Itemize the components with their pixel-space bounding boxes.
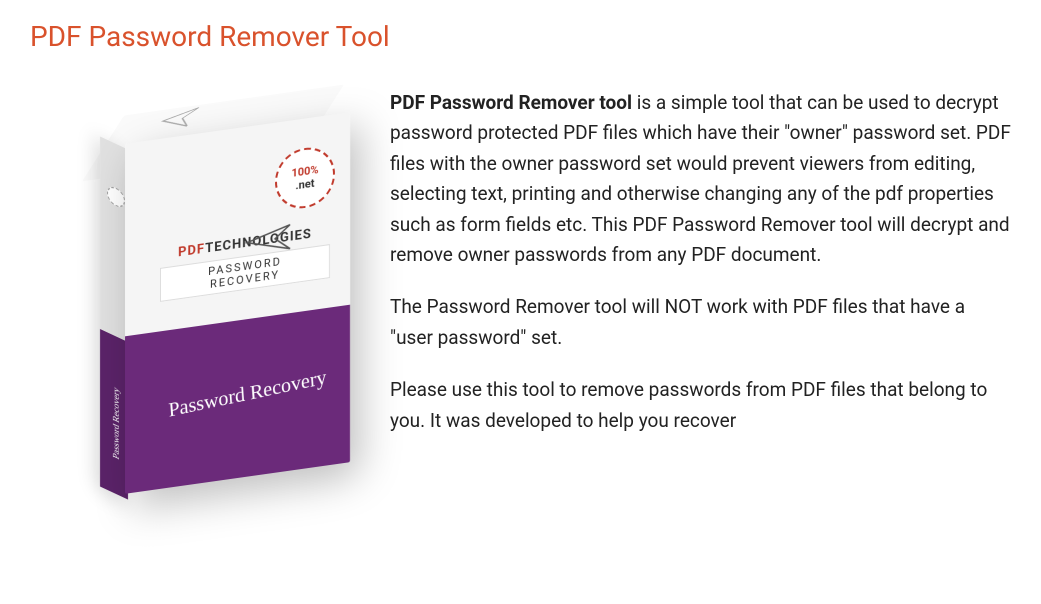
box-side-label: Password Recovery bbox=[111, 385, 121, 461]
description-p1-rest: is a simple tool that can be used to dec… bbox=[390, 91, 1011, 266]
description-bold-intro: PDF Password Remover tool bbox=[390, 91, 632, 114]
badge-sub-text: .net bbox=[295, 177, 314, 193]
description-paragraph-3: Please use this tool to remove passwords… bbox=[390, 375, 1011, 436]
description-paragraph-2: The Password Remover tool will NOT work … bbox=[390, 292, 1011, 353]
product-box-image: PDFTECHNOLOGIES Password Recovery 100% .… bbox=[30, 88, 360, 518]
description-text: PDF Password Remover tool is a simple to… bbox=[390, 88, 1011, 458]
content-wrapper: PDFTECHNOLOGIES Password Recovery 100% .… bbox=[30, 88, 1011, 518]
description-paragraph-1: PDF Password Remover tool is a simple to… bbox=[390, 88, 1011, 270]
brand-pdf: PDF bbox=[178, 242, 205, 261]
page-title: PDF Password Remover Tool bbox=[30, 20, 1011, 53]
